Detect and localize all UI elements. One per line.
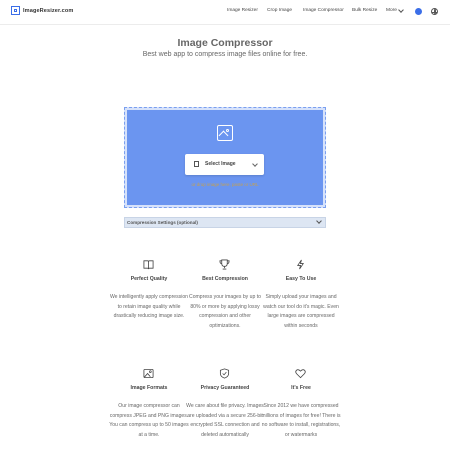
upload-image-icon	[217, 125, 233, 141]
compression-settings-toggle[interactable]: Compression Settings (optional)	[124, 217, 326, 228]
feature-perfect-quality: Perfect Quality We intelligently apply c…	[109, 257, 189, 357]
chevron-down-icon	[316, 218, 322, 224]
nav-more-dropdown[interactable]: More	[386, 7, 404, 13]
feature-title: Best Compression	[202, 276, 248, 282]
image-icon	[143, 366, 154, 379]
feature-privacy-guaranteed: Privacy Guaranteed We care about file pr…	[185, 366, 265, 450]
feature-title: Image Formats	[130, 385, 168, 391]
select-image-label: Select Image	[205, 161, 236, 167]
shield-icon	[219, 366, 230, 379]
nav-more-label: More	[386, 8, 397, 13]
feature-title: Easy To Use	[285, 276, 317, 282]
nav-image-compressor[interactable]: Image Compressor	[303, 8, 344, 13]
feature-easy-to-use: Easy To Use Simply upload your images an…	[261, 257, 341, 357]
feature-description: Our image compressor can compress JPEG a…	[109, 403, 189, 438]
lightning-icon	[295, 257, 306, 270]
feature-description: Simply upload your images and watch our …	[263, 294, 339, 329]
logo-icon	[11, 6, 20, 15]
chevron-down-icon	[398, 7, 404, 13]
feature-title: It's Free	[291, 385, 311, 391]
page-title: Image Compressor	[177, 37, 273, 49]
feature-description: Since 2012 we have compressed millions o…	[261, 403, 341, 438]
top-navigation-bar: ImageResizer.com Image Resizer Crop Imag…	[0, 0, 450, 25]
page-subtitle: Best web app to compress image files onl…	[142, 51, 308, 58]
nav-crop-image[interactable]: Crop Image	[267, 8, 292, 13]
drop-hint-text: or drop image here, paste or URL	[191, 182, 259, 187]
file-icon	[194, 161, 199, 167]
site-logo[interactable]: ImageResizer.com	[11, 6, 73, 15]
feature-image-formats: Image Formats Our image compressor can c…	[109, 366, 189, 450]
trophy-icon	[219, 257, 230, 270]
sun-icon[interactable]	[415, 8, 422, 15]
feature-description: We intelligently apply compression to re…	[109, 294, 189, 319]
feature-its-free: It's Free Since 2012 we have compressed …	[261, 366, 341, 450]
feature-title: Privacy Guaranteed	[200, 385, 250, 391]
feature-description: Compress your images by up to 80% or mor…	[189, 294, 261, 329]
compression-settings-label: Compression Settings (optional)	[127, 220, 198, 225]
logo-text: ImageResizer.com	[23, 7, 74, 14]
nav-image-resizer[interactable]: Image Resizer	[227, 8, 258, 13]
feature-title: Perfect Quality	[130, 276, 168, 282]
heart-icon	[295, 366, 306, 379]
book-icon	[143, 257, 154, 270]
nav-bulk-resize[interactable]: Bulk Resize	[352, 8, 377, 13]
feature-description: We care about file privacy. Images are u…	[186, 403, 264, 438]
globe-icon[interactable]	[431, 8, 438, 15]
feature-best-compression: Best Compression Compress your images by…	[185, 257, 265, 357]
